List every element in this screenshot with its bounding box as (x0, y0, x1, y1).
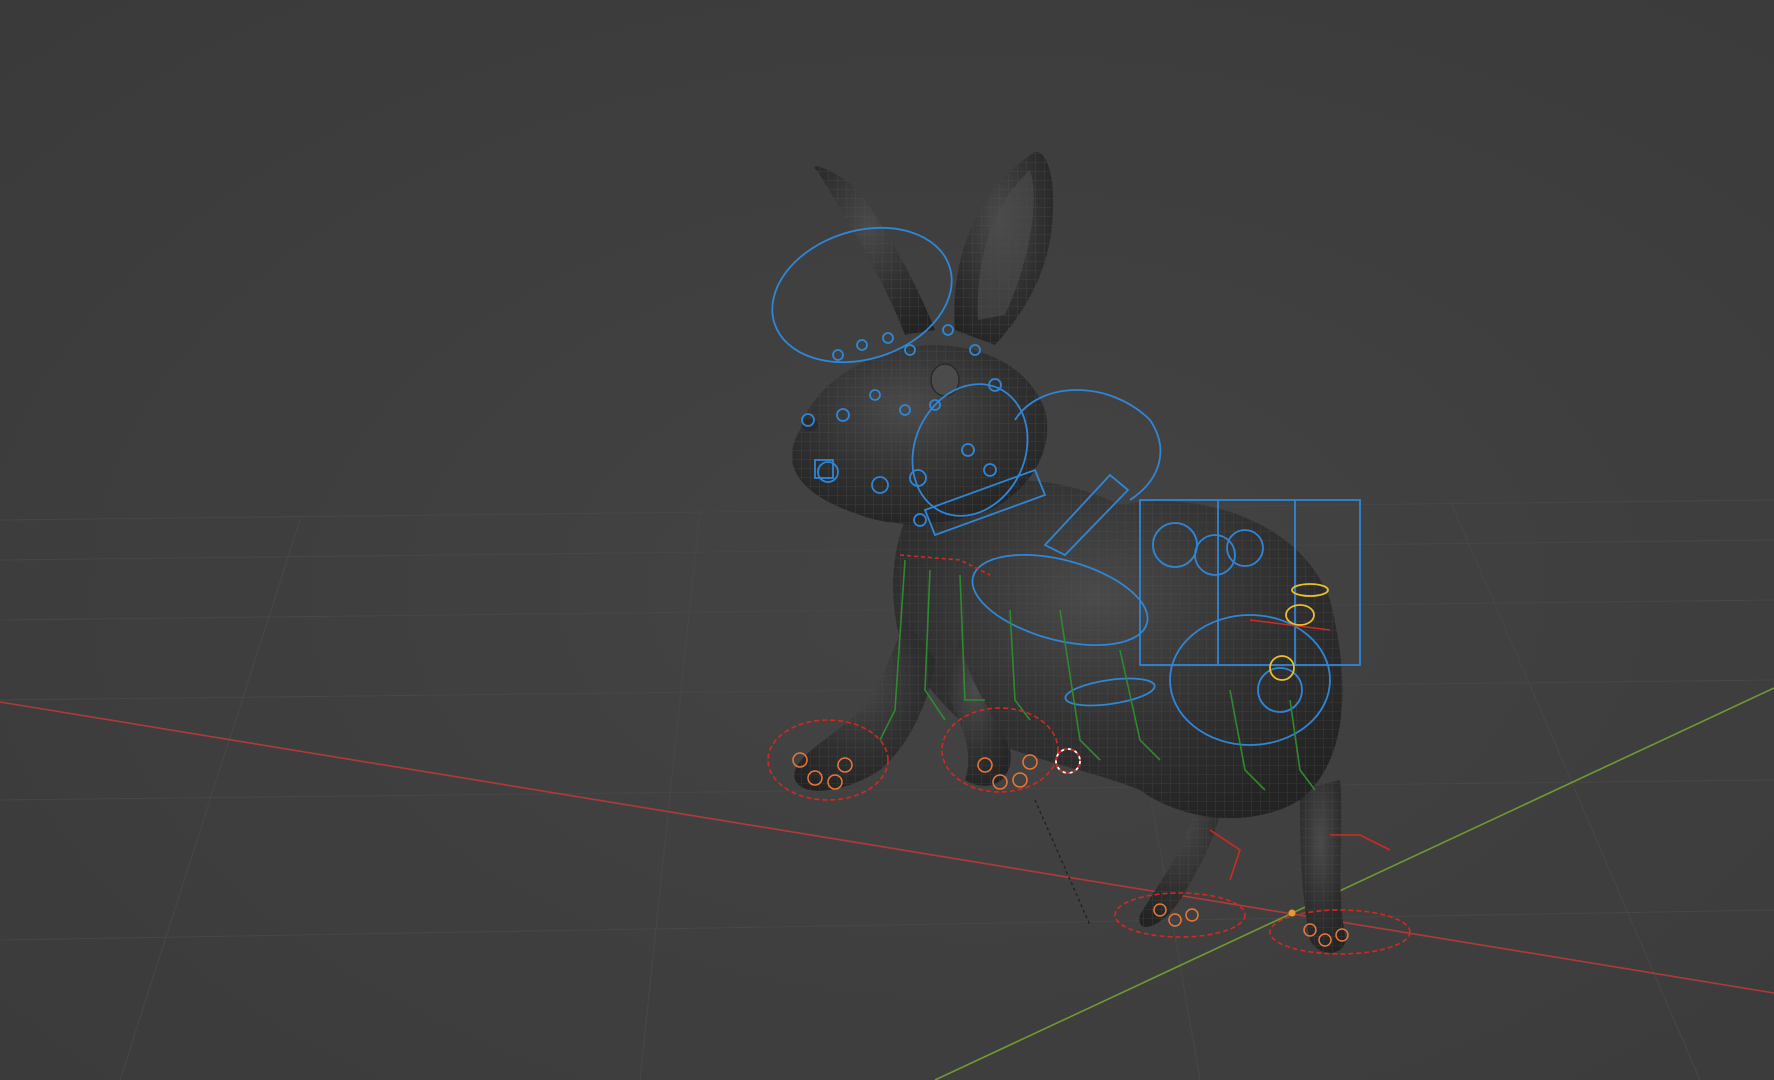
viewport-canvas[interactable] (0, 0, 1774, 1080)
rabbit-eye (930, 363, 960, 397)
3d-viewport[interactable] (0, 0, 1774, 1080)
pole-target-line (1034, 799, 1091, 926)
floor-grid (0, 499, 1774, 1080)
origin-point (1288, 909, 1296, 917)
